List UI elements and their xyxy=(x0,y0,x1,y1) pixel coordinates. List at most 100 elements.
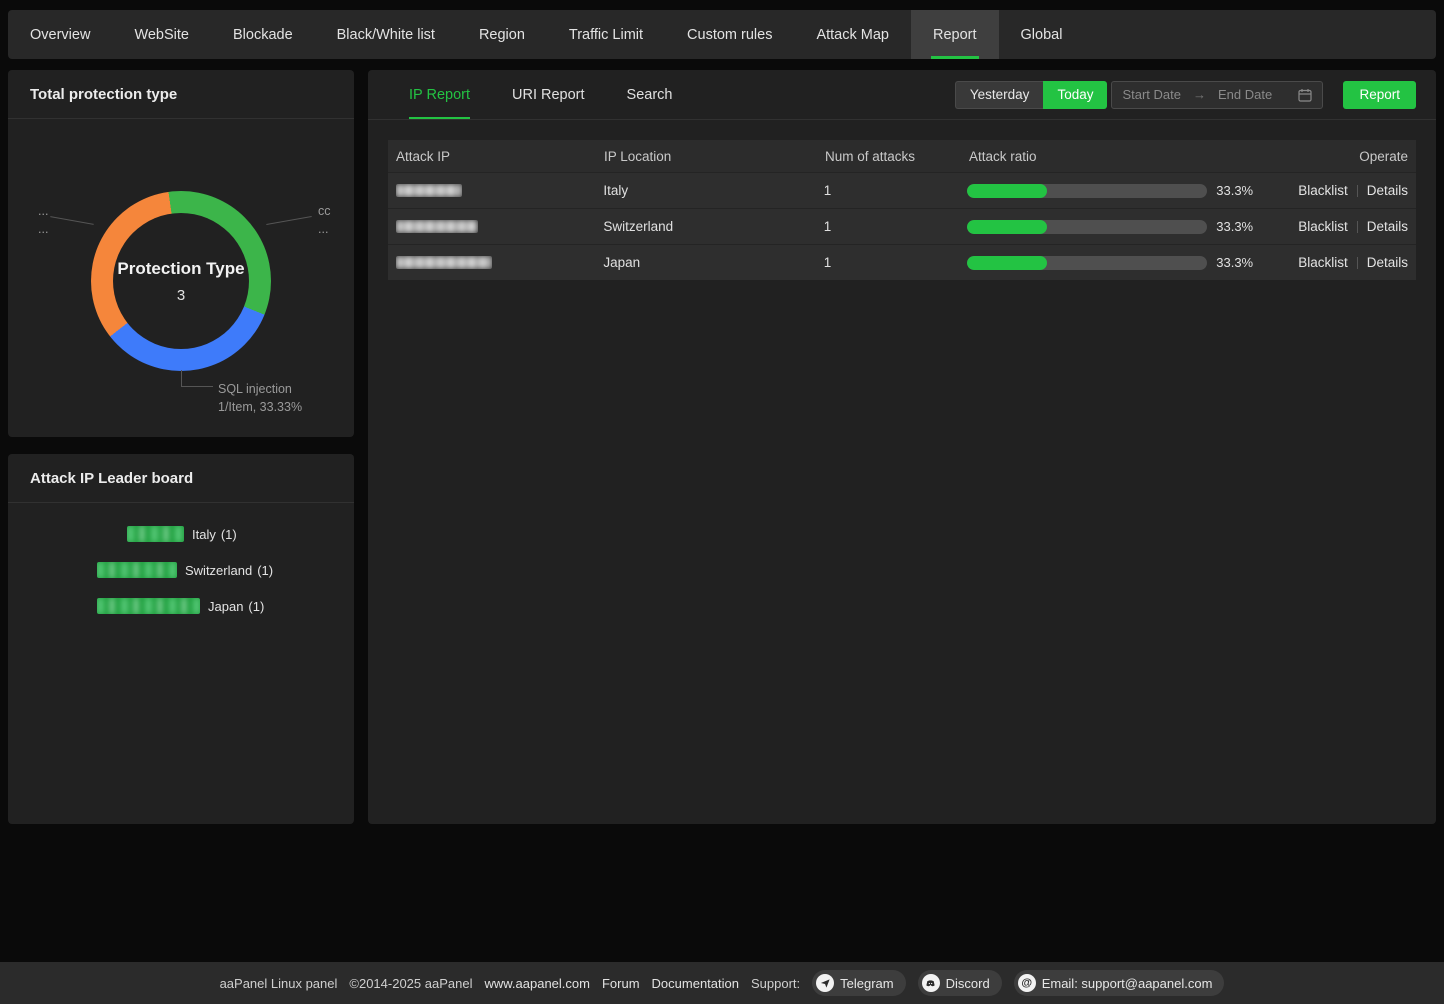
attack-ratio-label: 33.3% xyxy=(1216,219,1253,234)
attack-ratio-bar xyxy=(967,256,1207,270)
leader-line xyxy=(266,216,311,225)
today-button[interactable]: Today xyxy=(1043,81,1107,109)
top-navigation: Overview WebSite Blockade Black/White li… xyxy=(8,10,1436,59)
num-of-attacks: 1 xyxy=(824,183,968,198)
tab-ip-report[interactable]: IP Report xyxy=(409,70,470,119)
nav-item-overview[interactable]: Overview xyxy=(8,10,112,59)
footer-site-link[interactable]: www.aapanel.com xyxy=(484,976,590,991)
ip-location: Switzerland xyxy=(603,219,823,234)
tab-uri-report[interactable]: URI Report xyxy=(512,70,585,119)
nav-item-attack-map[interactable]: Attack Map xyxy=(794,10,911,59)
blurred-ip-bar xyxy=(97,562,177,578)
blurred-attack-ip xyxy=(396,220,478,233)
leaderboard-title: Attack IP Leader board xyxy=(8,454,354,503)
blurred-ip-bar xyxy=(127,526,184,542)
nav-item-blockade[interactable]: Blockade xyxy=(211,10,315,59)
email-icon: @ xyxy=(1018,974,1036,992)
report-panel-header: IP Report URI Report Search Yesterday To… xyxy=(368,70,1436,120)
protection-donut-chart: Protection Type 3 xyxy=(91,191,271,371)
leaderboard-label: Japan(1) xyxy=(208,599,264,614)
end-date-placeholder[interactable]: End Date xyxy=(1218,87,1272,102)
discord-icon xyxy=(922,974,940,992)
attack-ratio-label: 33.3% xyxy=(1216,255,1253,270)
calendar-icon xyxy=(1298,88,1312,102)
footer-copyright: ©2014-2025 aaPanel xyxy=(349,976,472,991)
attack-ratio-fill xyxy=(967,184,1047,198)
nav-item-traffic-limit[interactable]: Traffic Limit xyxy=(547,10,665,59)
num-of-attacks: 1 xyxy=(824,255,968,270)
attack-ip-leaderboard-panel: Attack IP Leader board Italy(1) Switzerl… xyxy=(8,454,354,824)
leaderboard-label: Switzerland(1) xyxy=(185,563,273,578)
table-row: Italy 1 33.3% Blacklist Details xyxy=(388,172,1416,208)
report-button[interactable]: Report xyxy=(1343,81,1416,109)
divider xyxy=(1357,257,1358,269)
blacklist-link[interactable]: Blacklist xyxy=(1298,183,1348,198)
nav-item-report[interactable]: Report xyxy=(911,10,999,59)
telegram-button[interactable]: Telegram xyxy=(812,970,905,996)
donut-label-left: ... ... xyxy=(38,202,48,238)
report-panel: IP Report URI Report Search Yesterday To… xyxy=(368,70,1436,824)
blacklist-link[interactable]: Blacklist xyxy=(1298,219,1348,234)
leader-line xyxy=(181,370,182,386)
nav-item-website[interactable]: WebSite xyxy=(112,10,211,59)
email-button[interactable]: @ Email: support@aapanel.com xyxy=(1014,970,1225,996)
tab-search[interactable]: Search xyxy=(627,70,673,119)
col-attack-ratio: Attack ratio xyxy=(969,149,1301,164)
waf-report-page: Overview WebSite Blockade Black/White li… xyxy=(0,0,1444,1004)
nav-item-black-white-list[interactable]: Black/White list xyxy=(315,10,457,59)
donut-center: Protection Type 3 xyxy=(113,213,249,349)
attack-ratio-label: 33.3% xyxy=(1216,183,1253,198)
nav-item-global[interactable]: Global xyxy=(999,10,1085,59)
nav-item-custom-rules[interactable]: Custom rules xyxy=(665,10,794,59)
col-operate: Operate xyxy=(1359,149,1408,164)
donut-label-bottom: SQL injection 1/Item, 33.33% xyxy=(218,380,302,416)
start-date-placeholder[interactable]: Start Date xyxy=(1122,87,1181,102)
ip-location: Japan xyxy=(603,255,823,270)
donut-label-right: cc ... xyxy=(318,202,331,238)
col-ip-location: IP Location xyxy=(604,149,825,164)
table-header-row: Attack IP IP Location Num of attacks Att… xyxy=(388,140,1416,172)
footer-brand: aaPanel Linux panel xyxy=(220,976,338,991)
blacklist-link[interactable]: Blacklist xyxy=(1298,255,1348,270)
attack-ratio-fill xyxy=(967,220,1047,234)
col-num-attacks: Num of attacks xyxy=(825,149,969,164)
attack-ip-table: Attack IP IP Location Num of attacks Att… xyxy=(388,140,1416,280)
leaderboard-row: Italy(1) xyxy=(127,526,237,542)
leaderboard-row: Japan(1) xyxy=(97,598,264,614)
divider xyxy=(1357,185,1358,197)
details-link[interactable]: Details xyxy=(1367,219,1408,234)
donut-center-title: Protection Type xyxy=(117,259,244,279)
donut-center-value: 3 xyxy=(177,287,185,304)
footer-support-label: Support: xyxy=(751,976,800,991)
leaderboard-row: Switzerland(1) xyxy=(97,562,273,578)
total-protection-panel: Total protection type Protection Type 3 … xyxy=(8,70,354,437)
ip-location: Italy xyxy=(603,183,823,198)
col-attack-ip: Attack IP xyxy=(396,149,604,164)
details-link[interactable]: Details xyxy=(1367,255,1408,270)
date-range-picker[interactable]: Start Date → End Date xyxy=(1111,81,1323,109)
blurred-ip-bar xyxy=(97,598,200,614)
total-protection-title: Total protection type xyxy=(8,70,354,119)
telegram-icon xyxy=(816,974,834,992)
leader-line xyxy=(181,386,213,387)
leaderboard-label: Italy(1) xyxy=(192,527,237,542)
table-row: Switzerland 1 33.3% Blacklist Details xyxy=(388,208,1416,244)
blurred-attack-ip xyxy=(396,184,462,197)
leader-line xyxy=(50,216,94,225)
nav-item-region[interactable]: Region xyxy=(457,10,547,59)
footer-docs-link[interactable]: Documentation xyxy=(652,976,739,991)
footer: aaPanel Linux panel ©2014-2025 aaPanel w… xyxy=(0,962,1444,1004)
yesterday-button[interactable]: Yesterday xyxy=(955,81,1044,109)
discord-button[interactable]: Discord xyxy=(918,970,1002,996)
details-link[interactable]: Details xyxy=(1367,183,1408,198)
attack-ratio-fill xyxy=(967,256,1047,270)
arrow-right-icon: → xyxy=(1193,87,1206,102)
footer-forum-link[interactable]: Forum xyxy=(602,976,640,991)
attack-ratio-bar xyxy=(967,220,1207,234)
divider xyxy=(1357,221,1358,233)
table-row: Japan 1 33.3% Blacklist Details xyxy=(388,244,1416,280)
blurred-attack-ip xyxy=(396,256,492,269)
num-of-attacks: 1 xyxy=(824,219,968,234)
report-filters: Yesterday Today Start Date → End Date Re… xyxy=(955,81,1416,109)
attack-ratio-bar xyxy=(967,184,1207,198)
